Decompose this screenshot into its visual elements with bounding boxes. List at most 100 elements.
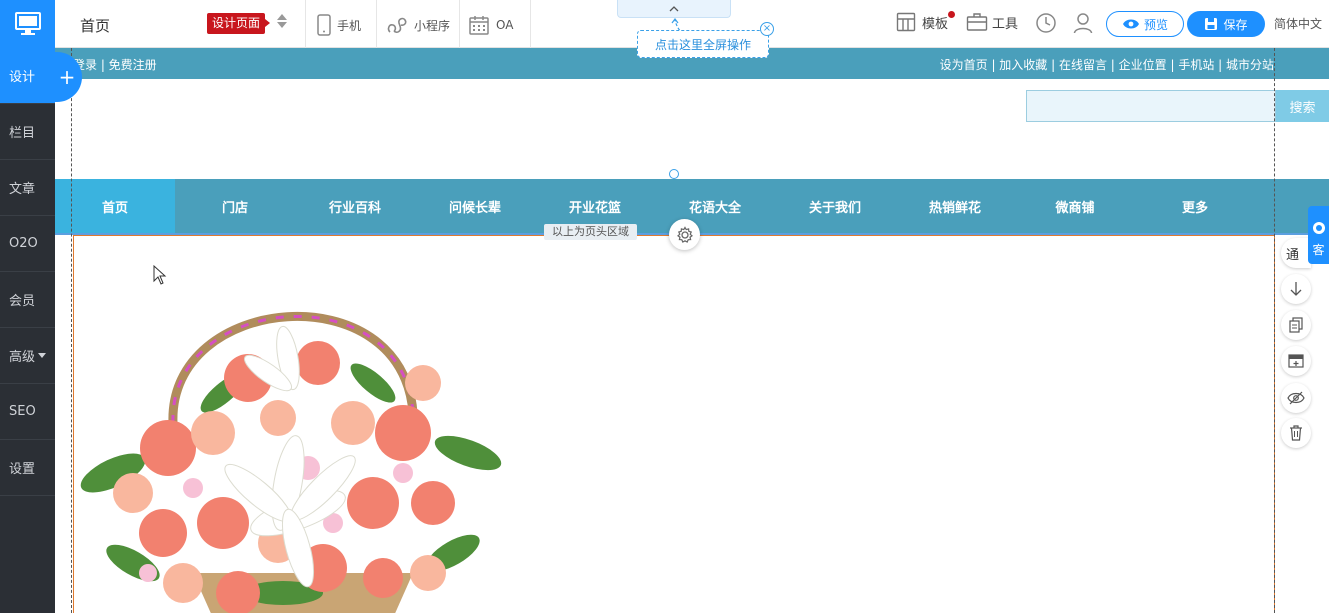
sidebar-item-seo[interactable]: SEO: [0, 384, 55, 440]
oa-label: OA: [496, 18, 514, 32]
sidebar-item-articles[interactable]: 文章: [0, 160, 55, 216]
phone-icon: [317, 14, 331, 36]
caret-down-icon: [38, 353, 47, 358]
sidebar-item-o2o[interactable]: O2O: [0, 216, 55, 272]
resize-handle[interactable]: [669, 169, 679, 179]
sidebar-item-advanced[interactable]: 高级: [0, 328, 55, 384]
history-button[interactable]: [1035, 12, 1057, 34]
nav-item-label: 开业花篮: [568, 200, 621, 216]
clock-icon: [1036, 13, 1056, 33]
nav-item-about[interactable]: 关于我们: [775, 179, 895, 233]
tools-label: 工具: [992, 16, 1019, 32]
preview-label: 预览: [1143, 17, 1168, 32]
sidebar-item-label: 设置: [9, 462, 36, 477]
eye-off-icon: [1287, 391, 1305, 405]
chevron-up-icon: [669, 5, 679, 11]
language-selector[interactable]: 简体中文: [1274, 15, 1322, 32]
toolbox-icon: [966, 13, 988, 31]
divider: [459, 0, 460, 48]
fullscreen-tip-text: 点击这里全屏操作: [654, 37, 751, 52]
nav-item-label: 花语大全: [688, 200, 741, 216]
oa-button[interactable]: OA: [468, 14, 513, 36]
sidebar-item-label: 会员: [9, 294, 36, 309]
save-button[interactable]: 保存: [1187, 11, 1265, 37]
sidebar-item-label: O2O: [9, 236, 38, 251]
mini-program-label: 小程序: [414, 18, 451, 33]
nav-item-micro-shop[interactable]: 微商铺: [1015, 179, 1135, 233]
template-button[interactable]: 模板: [896, 12, 948, 32]
mini-program-icon: [387, 17, 407, 33]
copy-button[interactable]: [1281, 310, 1311, 340]
nav-item-label: 问候长辈: [448, 200, 501, 216]
headset-icon: [1312, 222, 1325, 234]
nav-item-label: 行业百科: [328, 200, 381, 216]
flower-basket-image[interactable]: [73, 273, 503, 613]
mobile-button[interactable]: 手机: [317, 14, 361, 36]
template-label: 模板: [922, 16, 949, 32]
trash-icon: [1290, 425, 1302, 441]
plus-icon: +: [58, 65, 76, 89]
design-page-badge: 设计页面: [207, 13, 271, 34]
customer-service-label: 客: [1312, 243, 1325, 257]
insert-block-button[interactable]: [1281, 346, 1311, 376]
divider: [305, 0, 306, 48]
header-region-label: 以上为页头区域: [544, 224, 637, 240]
nav-item-stores[interactable]: 门店: [175, 179, 295, 233]
hide-button[interactable]: [1281, 383, 1311, 413]
calendar-icon: [469, 16, 489, 35]
preview-button[interactable]: 预览: [1106, 11, 1184, 37]
rail-expand-button[interactable]: 通: [1281, 238, 1311, 268]
nav-item-label: 门店: [221, 200, 248, 216]
move-down-button[interactable]: [1281, 274, 1311, 304]
arrow-down-icon: [1290, 282, 1302, 296]
site-quick-links[interactable]: 设为首页 | 加入收藏 | 在线留言 | 企业位置 | 手机站 | 城市分站: [940, 56, 1274, 73]
close-icon[interactable]: ×: [760, 22, 774, 36]
mini-program-button[interactable]: 小程序: [386, 14, 450, 36]
nav-item-hot-flowers[interactable]: 热销鲜花: [895, 179, 1015, 233]
nav-item-label: 热销鲜花: [928, 200, 981, 216]
site-search-button[interactable]: 搜索: [1276, 90, 1329, 122]
save-icon: [1205, 18, 1218, 30]
sidebar-item-label: SEO: [9, 404, 36, 419]
sidebar-item-design[interactable]: 设计: [0, 48, 55, 104]
mouse-cursor-icon: [153, 265, 167, 285]
sidebar-item-label: 高级: [9, 350, 36, 365]
nav-item-elders[interactable]: 问候长辈: [415, 179, 535, 233]
divider: [530, 0, 531, 48]
login-register-links[interactable]: 登录 | 免费注册: [73, 56, 157, 73]
sidebar-item-label: 栏目: [9, 126, 36, 141]
divider: [376, 0, 377, 48]
customer-service-tab[interactable]: 客: [1308, 206, 1329, 264]
insert-block-icon: [1288, 354, 1304, 368]
nav-item-label: 微商铺: [1055, 200, 1095, 216]
monitor-icon[interactable]: [0, 0, 55, 48]
header-settings-button[interactable]: [669, 219, 700, 250]
page-switch-icon[interactable]: [277, 14, 287, 30]
current-page-name[interactable]: 首页: [80, 15, 110, 36]
sidebar-item-label: 文章: [9, 182, 36, 197]
notification-dot: [948, 11, 955, 18]
nav-item-label: 首页: [101, 200, 128, 216]
sidebar-item-columns[interactable]: 栏目: [0, 104, 55, 160]
nav-item-label: 更多: [1181, 200, 1208, 216]
design-canvas: 登录 | 免费注册 设为首页 | 加入收藏 | 在线留言 | 企业位置 | 手机…: [55, 48, 1329, 613]
nav-item-more[interactable]: 更多: [1135, 179, 1255, 233]
fullscreen-tip[interactable]: 点击这里全屏操作: [637, 30, 769, 58]
eye-icon: [1122, 19, 1139, 29]
user-icon: [1073, 13, 1093, 34]
tools-button[interactable]: 工具: [966, 12, 1018, 32]
delete-button[interactable]: [1281, 418, 1311, 448]
left-sidebar: 设计 栏目 文章 O2O 会员 高级 SEO 设置: [0, 0, 55, 613]
nav-item-home[interactable]: 首页: [55, 179, 175, 233]
sidebar-item-settings[interactable]: 设置: [0, 440, 55, 496]
guide-line-left: [71, 48, 72, 613]
template-icon: [896, 12, 916, 32]
gear-icon: [676, 225, 693, 243]
account-button[interactable]: [1073, 12, 1093, 34]
site-search-label: 搜索: [1289, 100, 1316, 116]
site-search-input[interactable]: [1026, 90, 1276, 122]
nav-item-encyclopedia[interactable]: 行业百科: [295, 179, 415, 233]
rail-tongue-label: 通: [1286, 247, 1300, 263]
sidebar-item-members[interactable]: 会员: [0, 272, 55, 328]
save-label: 保存: [1223, 17, 1248, 32]
